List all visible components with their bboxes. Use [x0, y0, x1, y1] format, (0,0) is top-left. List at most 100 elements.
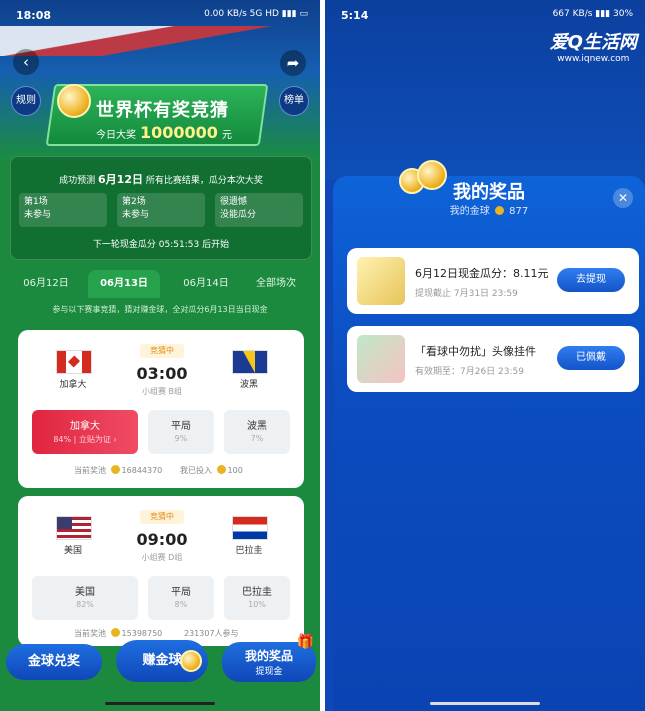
- coin-icon: [110, 465, 120, 474]
- usa-flag-icon: [56, 516, 92, 540]
- away-team: 波黑: [239, 380, 258, 390]
- close-icon[interactable]: ✕: [613, 188, 633, 208]
- step-1: 第1场 未参与: [19, 193, 107, 227]
- match-group: 小组赛 B组: [141, 387, 183, 396]
- option-label: 美国: [75, 587, 95, 598]
- match-group: 小组赛 D组: [141, 553, 183, 562]
- back-icon[interactable]: ‹: [13, 49, 39, 75]
- match-card: 美国 竞猜中 09:00 小组赛 D组 巴拉圭 美国 82% 平局 8% 巴拉圭…: [18, 496, 304, 646]
- jackpot-prefix: 今日大奖: [96, 130, 136, 141]
- pool-label: 当前奖池: [74, 629, 106, 638]
- match-time: 03:00: [136, 364, 188, 383]
- my-prize-button[interactable]: 我的奖品 提现金 🎁: [222, 634, 316, 682]
- gold-ball-icon: [57, 84, 91, 118]
- option-label: 加拿大: [70, 421, 100, 432]
- watermark-url: www.iqnew.com: [557, 54, 630, 64]
- prize-item: 「看球中勿扰」头像挂件 有效期至：7月26日 23:59 已佩戴: [347, 326, 639, 392]
- status-indicators: 667 KB/s ▮▮▮ 30%: [552, 9, 633, 19]
- gift-icon: 🎁: [296, 634, 314, 650]
- home-indicator: [430, 702, 540, 705]
- cash-voucher-icon: [357, 257, 405, 305]
- status-indicators: 0.00 KB/s 5G HD ▮▮▮ ▭: [204, 9, 308, 19]
- tab-0614[interactable]: 06月14日: [170, 270, 242, 298]
- worn-button[interactable]: 已佩戴: [557, 346, 625, 370]
- gold-ball-icon: [180, 650, 202, 672]
- step-status: 未参与: [24, 210, 52, 220]
- share-icon[interactable]: ➦: [280, 50, 306, 76]
- jackpot-line: 今日大奖 1000000 元: [96, 123, 232, 142]
- my-prizes-modal: 我的奖品 我的金球 877 ✕ 6月12日现金瓜分：8.11元 提现截止 7月3…: [333, 160, 645, 711]
- status-time: 18:08: [16, 9, 52, 22]
- bottom-action-bar: 金球兑奖 赚金球 我的奖品 提现金 🎁: [0, 634, 320, 690]
- step-title: 第1场: [24, 197, 48, 207]
- option-away-win[interactable]: 巴拉圭 10%: [224, 576, 290, 620]
- option-draw[interactable]: 平局 9%: [148, 410, 214, 454]
- rule-suffix: 所有比赛结果，瓜分本次大奖: [145, 176, 263, 186]
- prediction-rule: 成功预测 6月12日 所有比赛结果，瓜分本次大奖: [11, 171, 311, 187]
- step-title: 很遗憾: [220, 197, 248, 207]
- pool-info: 当前奖池 16844370: [74, 465, 162, 476]
- pct-value: 84%: [53, 435, 72, 444]
- option-away-win[interactable]: 波黑 7%: [224, 410, 290, 454]
- rule-date: 6月12日: [98, 173, 143, 186]
- prize-title: 「看球中勿扰」头像挂件: [415, 345, 536, 358]
- modal-title: 我的奖品: [453, 182, 525, 203]
- ranking-label: 榜单: [284, 95, 304, 106]
- option-draw[interactable]: 平局 8%: [148, 576, 214, 620]
- rules-label: 规则: [16, 95, 36, 106]
- option-home-win[interactable]: 美国 82%: [32, 576, 138, 620]
- step-3: 很遗憾 没能瓜分: [215, 193, 303, 227]
- watermark: 爱Q生活网 www.iqnew.com: [550, 28, 637, 64]
- coin-icon: [494, 206, 504, 215]
- post-proof-link[interactable]: 立贴为证 ›: [79, 435, 117, 444]
- avatar-pendant-icon: [357, 335, 405, 383]
- rules-button[interactable]: 规则: [11, 86, 41, 116]
- option-pct: 7%: [250, 434, 264, 443]
- prize-sub: 有效期至：7月26日 23:59: [415, 367, 524, 377]
- rule-prefix: 成功预测: [59, 176, 96, 186]
- countdown-text: 下一轮现金瓜分 05:51:53 后开始: [92, 240, 230, 250]
- coins-label: 我的金球: [449, 206, 490, 217]
- step-title: 第2场: [122, 197, 146, 207]
- watermark-text: 爱Q生活网: [549, 32, 637, 53]
- prize-title: 6月12日现金瓜分：8.11元: [415, 267, 549, 280]
- option-home-win[interactable]: 加拿大 84% | 立贴为证 ›: [32, 410, 138, 454]
- status-bar: 18:08 0.00 KB/s 5G HD ▮▮▮ ▭: [0, 0, 320, 32]
- right-screen: 5:14 667 KB/s ▮▮▮ 30% 爱Q生活网 www.iqnew.co…: [325, 0, 645, 711]
- coins-value: 877: [509, 206, 529, 217]
- status-time: 5:14: [341, 9, 369, 22]
- prize-sub: 提现截止 7月31日 23:59: [415, 289, 518, 299]
- withdraw-button[interactable]: 去提现: [557, 268, 625, 292]
- option-pct: 9%: [174, 434, 188, 443]
- tab-all-matches[interactable]: 全部场次: [240, 270, 312, 298]
- prediction-info-card: 成功预测 6月12日 所有比赛结果，瓜分本次大奖 第1场 未参与 第2场 未参与…: [10, 156, 312, 260]
- participants: 231307人参与: [184, 629, 239, 638]
- jackpot-unit: 元: [221, 130, 232, 141]
- prize-item: 6月12日现金瓜分：8.11元 提现截止 7月31日 23:59 去提现: [347, 248, 639, 314]
- jackpot-amount: 1000000: [140, 123, 218, 142]
- coin-icon: [110, 628, 120, 637]
- page-title: 世界杯有奖竞猜: [96, 100, 229, 121]
- invested-info: 我已投入 100: [180, 465, 243, 476]
- step-status: 未参与: [122, 210, 150, 220]
- canada-flag-icon: [56, 350, 92, 374]
- earn-coins-button[interactable]: 赚金球: [116, 640, 208, 682]
- match-card: 加拿大 竞猜中 03:00 小组赛 B组 波黑 加拿大 84% | 立贴为证 ›…: [18, 330, 304, 488]
- invested-label: 我已投入: [180, 466, 212, 475]
- option-label: 波黑: [247, 421, 267, 432]
- coin-icon: [216, 465, 226, 474]
- pool-info: 当前奖池 15398750: [74, 628, 162, 639]
- paraguay-flag-icon: [232, 516, 268, 540]
- pool-amount: 15398750: [121, 629, 163, 638]
- ranking-button[interactable]: 榜单: [279, 86, 309, 116]
- home-indicator: [105, 702, 215, 705]
- match-time: 09:00: [136, 530, 188, 549]
- home-team: 美国: [63, 546, 82, 556]
- earn-label: 赚金球: [142, 653, 182, 668]
- left-screen: 18:08 0.00 KB/s 5G HD ▮▮▮ ▭ ‹ ➦ 规则 榜单 世界…: [0, 0, 320, 711]
- tab-0613[interactable]: 06月13日: [88, 270, 160, 298]
- option-pct: 8%: [174, 600, 188, 609]
- tab-0612[interactable]: 06月12日: [10, 270, 82, 298]
- invested-amount: 100: [227, 466, 243, 475]
- exchange-button[interactable]: 金球兑奖: [6, 644, 102, 680]
